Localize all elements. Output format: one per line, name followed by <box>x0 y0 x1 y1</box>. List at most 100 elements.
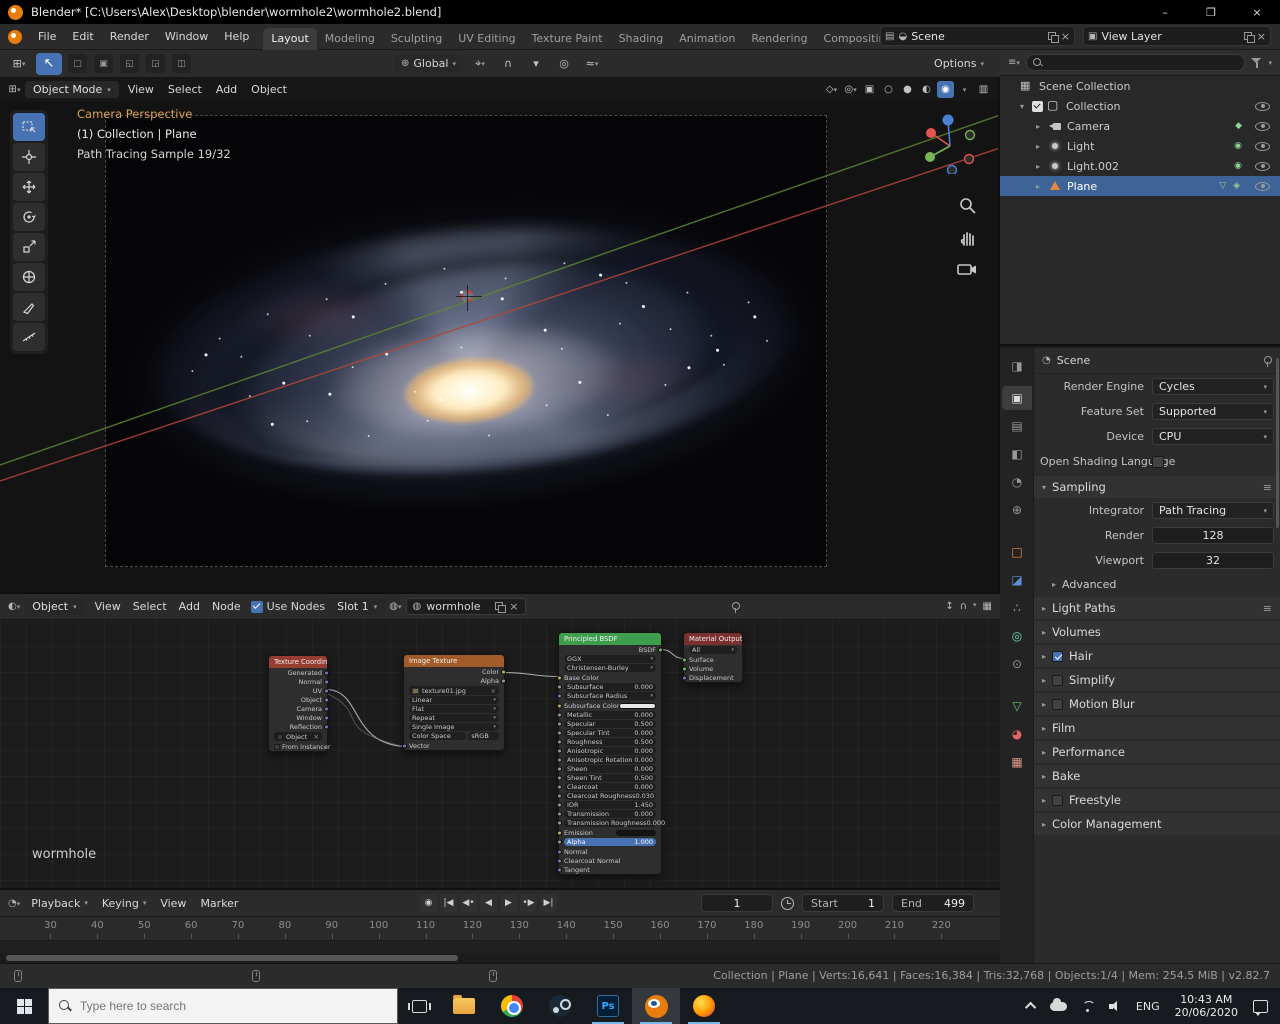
input-socket[interactable] <box>557 766 562 772</box>
view-layer-selector[interactable]: ▣ View Layer × <box>1083 26 1271 46</box>
property-value[interactable]: 128 <box>1152 527 1274 544</box>
node-input-row[interactable]: Subsurface Radius <box>557 692 656 700</box>
collapsed-section[interactable]: Volumes ≡ <box>1034 621 1280 643</box>
node-input-row[interactable]: Specular Tint 0.000 <box>557 729 656 737</box>
browse-scene-icon[interactable]: ◒ <box>898 31 907 42</box>
input-socket[interactable] <box>682 657 687 662</box>
timeline-scrollbar[interactable] <box>0 953 1000 963</box>
workspace-tab[interactable]: Shading <box>611 28 672 50</box>
eye-icon[interactable] <box>1255 181 1270 191</box>
image-datablock-field[interactable]: texture01.jpg × <box>409 686 499 695</box>
tab-scene[interactable]: ◔ <box>1002 470 1032 494</box>
action-center-button[interactable] <box>1246 988 1275 1024</box>
tab-world[interactable]: ⊕ <box>1002 498 1032 522</box>
viewport-menu-item[interactable]: Object <box>244 81 294 98</box>
input-socket[interactable] <box>682 666 687 671</box>
node-input-row[interactable]: Sheen Tint 0.500 <box>557 774 656 782</box>
collapsed-section[interactable]: Film ≡ <box>1034 717 1280 739</box>
next-keyframe-icon[interactable]: •▶ <box>520 894 537 912</box>
node-input-row[interactable]: Subsurface 0.000 <box>557 683 656 691</box>
blender-button[interactable] <box>632 988 680 1024</box>
disclosure-arrow[interactable]: ▸ <box>1036 122 1048 131</box>
tab-render[interactable]: ▣ <box>1002 386 1032 410</box>
input-socket[interactable] <box>557 748 562 754</box>
input-socket[interactable] <box>557 739 562 745</box>
output-socket[interactable] <box>324 724 329 729</box>
input-socket[interactable] <box>557 820 562 826</box>
property-checkbox[interactable] <box>1152 455 1164 468</box>
collapsed-section[interactable]: Freestyle ≡ <box>1034 789 1280 811</box>
outliner-row[interactable]: ▸ Camera <box>1000 116 1280 136</box>
shading-material-icon[interactable]: ◐ <box>918 81 935 98</box>
workspace-tab[interactable]: Texture Paint <box>524 28 611 50</box>
pivot-point-dropdown[interactable]: ⌖ ▾ <box>469 54 491 74</box>
output-socket[interactable] <box>501 669 506 674</box>
input-socket[interactable] <box>557 839 562 845</box>
eye-icon[interactable] <box>1255 101 1270 111</box>
steam-button[interactable] <box>536 988 584 1024</box>
node-header[interactable]: Image Texture <box>404 655 504 667</box>
network-button[interactable] <box>1074 988 1102 1024</box>
interpolation-dropdown[interactable]: Linear <box>409 696 499 704</box>
measure-tool[interactable] <box>13 323 45 351</box>
tab-object[interactable]: □ <box>1002 540 1032 564</box>
node-material-output[interactable]: Material Output All Surface Volume <box>682 632 743 683</box>
editor-menu-item[interactable]: Select <box>127 598 173 615</box>
property-dropdown[interactable]: Cycles <box>1152 378 1274 395</box>
current-frame-field[interactable]: 1 <box>701 894 773 912</box>
color-swatch[interactable] <box>619 702 656 709</box>
maximize-button[interactable]: ❒ <box>1188 0 1234 24</box>
active-tool-icon[interactable]: ↖ <box>36 52 62 75</box>
shading-rendered-icon[interactable]: ◉ <box>937 81 954 98</box>
collapsed-section[interactable]: Light Paths ≡ <box>1034 597 1280 619</box>
unlink-scene-icon[interactable]: × <box>1061 31 1070 42</box>
menu-item[interactable]: File <box>30 27 64 46</box>
section-checkbox[interactable] <box>1052 674 1064 686</box>
camera-view-icon[interactable] <box>956 260 978 278</box>
output-socket[interactable] <box>324 670 329 675</box>
outliner-row[interactable]: ▸ Light.002 <box>1000 156 1280 176</box>
node-input-row[interactable]: Tangent <box>557 865 656 874</box>
timeline-menu-item[interactable]: View <box>153 895 193 912</box>
eye-icon[interactable] <box>1255 121 1270 131</box>
outliner-row[interactable]: Scene Collection <box>1000 76 1280 96</box>
node-input-row[interactable]: Clearcoat Normal <box>557 856 656 865</box>
node-principled-bsdf[interactable]: Principled BSDF BSDF GGX Chr <box>557 632 665 875</box>
node-input-row[interactable]: Christensen-Burley <box>564 664 656 672</box>
node-input-row[interactable]: Alpha 1.000 <box>557 838 656 846</box>
proportional-falloff-dropdown[interactable]: ≈ ▾ <box>581 54 603 74</box>
input-socket[interactable] <box>557 830 562 835</box>
preset-menu-icon[interactable]: ≡ <box>1263 602 1272 615</box>
start-button[interactable] <box>0 988 48 1024</box>
menu-item[interactable]: Render <box>102 27 157 46</box>
from-instancer-row[interactable]: From Instancer <box>274 742 331 751</box>
shading-options-dropdown[interactable]: ▾ <box>956 81 973 98</box>
input-socket[interactable] <box>557 867 562 872</box>
select-new-icon[interactable]: ▢ <box>68 54 87 73</box>
source-dropdown[interactable]: Single Image <box>409 723 499 731</box>
menu-item[interactable]: Window <box>157 27 216 46</box>
disclosure-arrow[interactable]: ▸ <box>1036 162 1048 171</box>
tab-material[interactable]: ◕ <box>1002 722 1032 746</box>
collapsed-section[interactable]: Simplify ≡ <box>1034 669 1280 691</box>
outliner-search-input[interactable] <box>1046 57 1239 68</box>
input-socket[interactable] <box>557 811 562 817</box>
scrollbar-thumb[interactable] <box>6 955 458 961</box>
tab-view-layer[interactable]: ◧ <box>1002 442 1032 466</box>
search-input[interactable] <box>80 999 387 1013</box>
shading-wireframe-icon[interactable]: ○ <box>880 81 897 98</box>
3d-viewport[interactable]: Camera Perspective (1) Collection | Plane… <box>0 78 1000 592</box>
scale-tool[interactable] <box>13 233 45 261</box>
projection-dropdown[interactable]: Flat <box>409 705 499 713</box>
collapsed-section[interactable]: Color Management ≡ <box>1034 813 1280 835</box>
input-socket[interactable] <box>557 721 562 727</box>
node-input-row[interactable]: Anisotropic 0.000 <box>557 747 656 755</box>
node-input-row[interactable]: Sheen 0.000 <box>557 765 656 773</box>
auto-keying-icon[interactable]: ◉ <box>420 894 437 912</box>
section-checkbox[interactable] <box>1052 698 1064 710</box>
section-sampling[interactable]: Sampling ≡ <box>1034 476 1280 498</box>
color-space-row[interactable]: Color Space sRGB <box>409 732 499 740</box>
disclosure-arrow[interactable]: ▸ <box>1036 182 1048 191</box>
tab-physics[interactable]: ◎ <box>1002 624 1032 648</box>
file-explorer-button[interactable] <box>440 988 488 1024</box>
